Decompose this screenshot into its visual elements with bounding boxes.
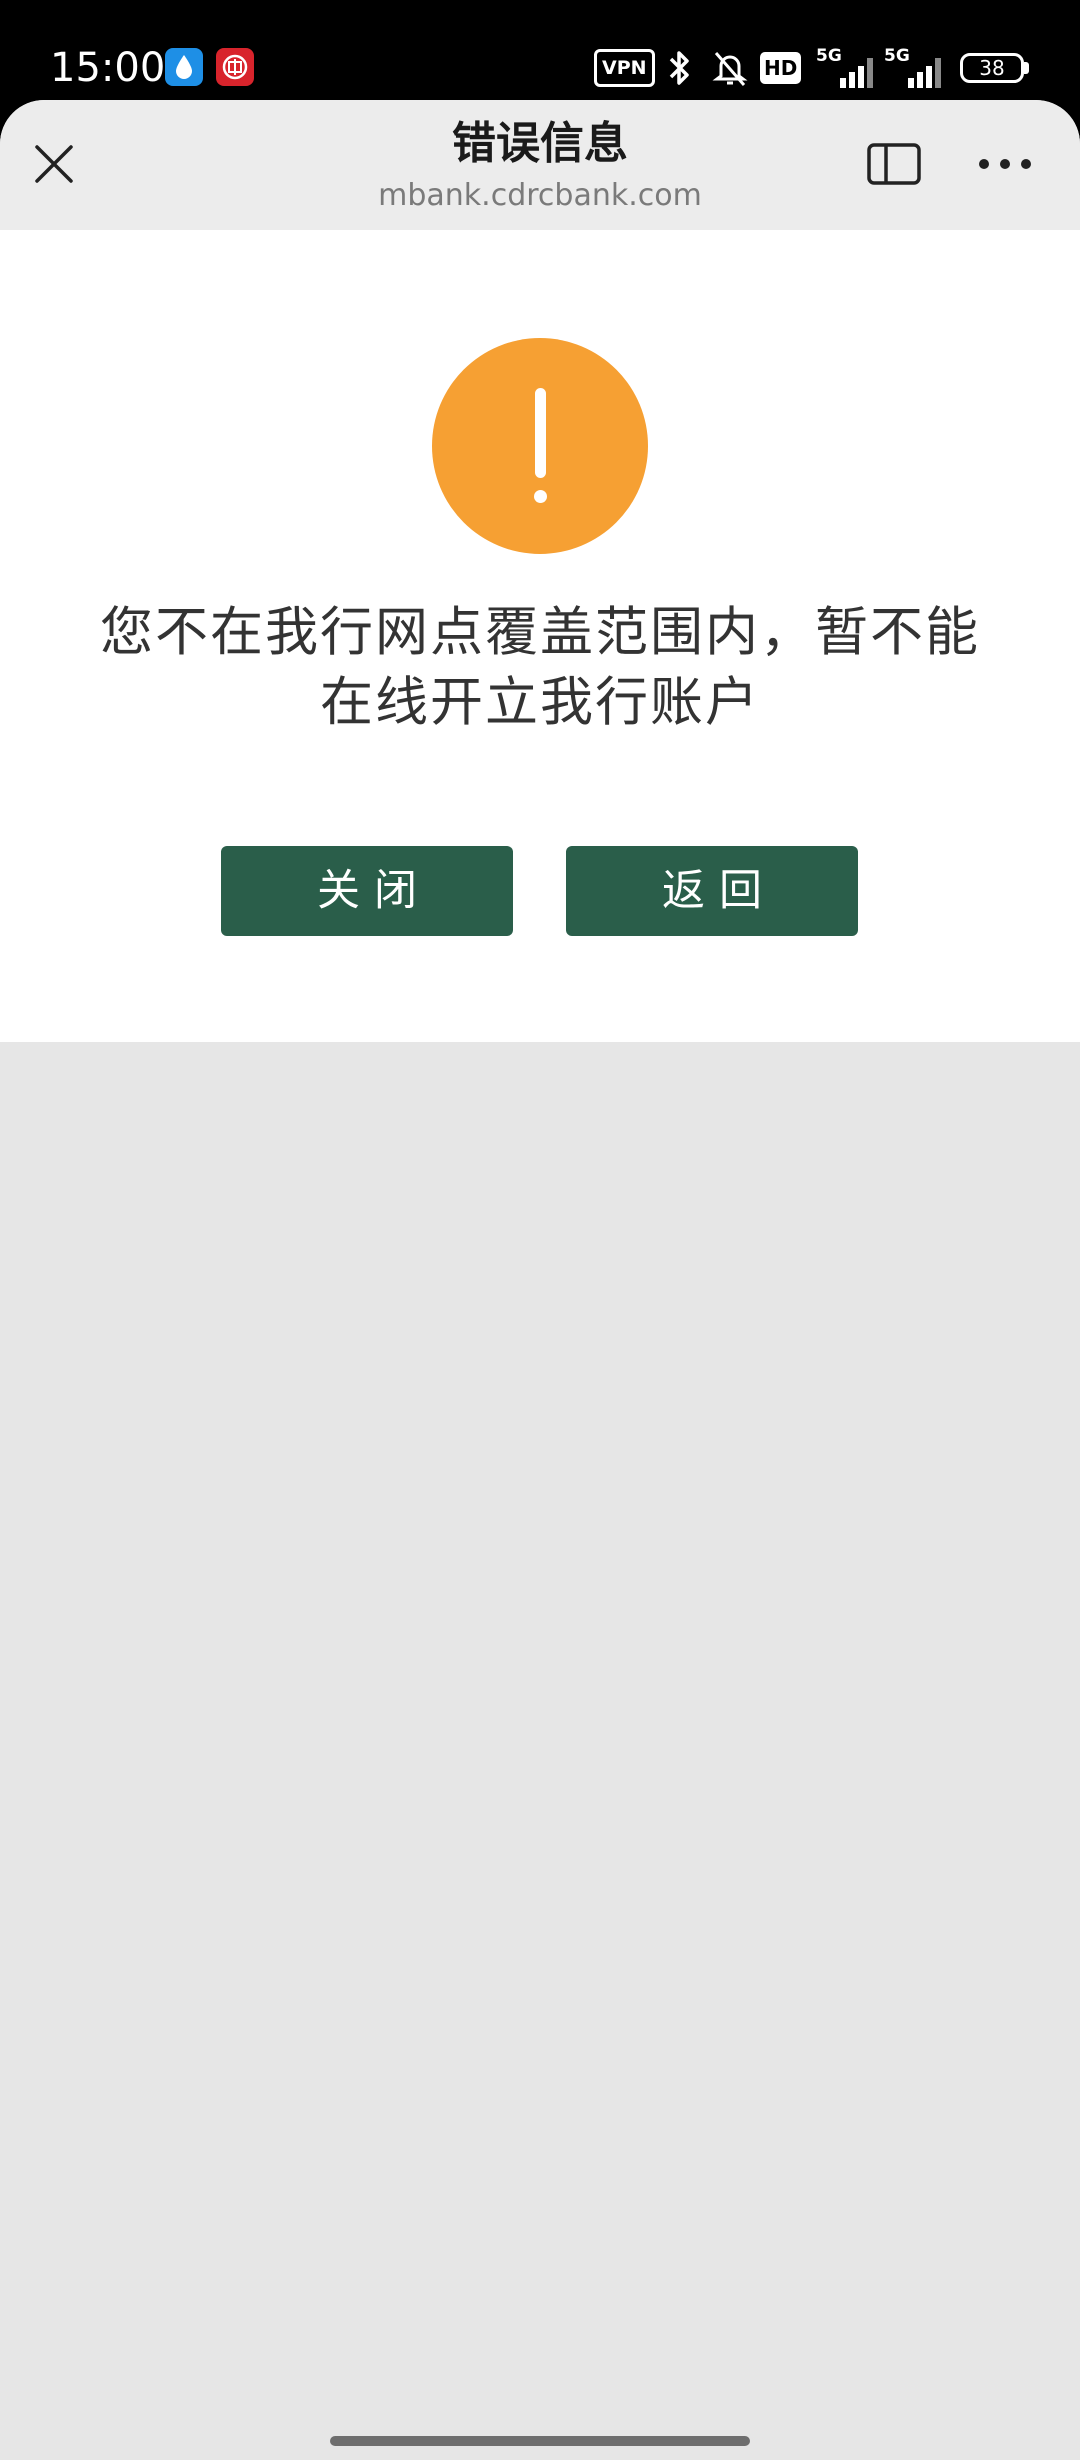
battery-tip	[1024, 62, 1029, 74]
hd-icon: HD	[760, 44, 802, 92]
browser-sheet: 错误信息 mbank.cdrcbank.com 您不在我行网点覆盖范围内，暂不能…	[0, 100, 1080, 2460]
mute-bell-icon	[710, 44, 750, 92]
status-bar: 15:00 VPN HD 5G 5G 38	[0, 0, 1080, 100]
back-button[interactable]: 返回	[566, 846, 858, 936]
status-time: 15:00	[50, 45, 166, 91]
error-content: 您不在我行网点覆盖范围内，暂不能 在线开立我行账户 关闭 返回	[0, 230, 1080, 1042]
vpn-icon: VPN	[594, 44, 655, 92]
error-message: 您不在我行网点覆盖范围内，暂不能 在线开立我行账户	[80, 598, 1000, 738]
browser-header: 错误信息 mbank.cdrcbank.com	[0, 100, 1080, 230]
warning-exclamation-icon	[432, 338, 648, 554]
signal-1-icon: 5G	[816, 44, 878, 92]
battery-icon: 38	[960, 53, 1024, 83]
bank-app-icon	[216, 48, 254, 86]
water-app-icon	[165, 48, 203, 86]
signal-2-icon: 5G	[884, 44, 946, 92]
floating-window-icon[interactable]	[866, 140, 922, 188]
close-button[interactable]: 关闭	[221, 846, 513, 936]
bluetooth-icon	[660, 44, 698, 92]
home-indicator[interactable]	[330, 2436, 750, 2446]
error-message-line-1: 您不在我行网点覆盖范围内，暂不能	[100, 602, 980, 663]
more-options-icon[interactable]	[974, 140, 1036, 188]
error-message-line-2: 在线开立我行账户	[320, 672, 760, 733]
